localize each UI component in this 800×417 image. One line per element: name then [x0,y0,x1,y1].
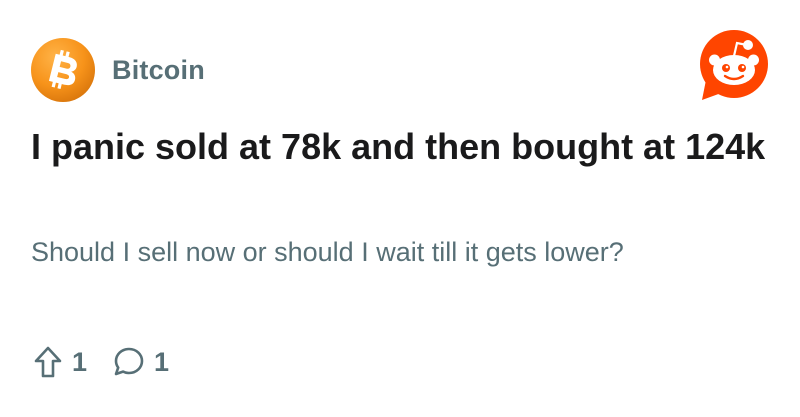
post-title[interactable]: I panic sold at 78k and then bought at 1… [31,124,771,170]
upvote-arrow-icon [34,346,62,378]
bitcoin-icon [31,38,95,102]
post-body: Should I sell now or should I wait till … [31,237,624,267]
comments-button[interactable]: 1 [113,345,169,379]
upvote-count: 1 [72,346,88,377]
upvote-button[interactable]: 1 [33,345,87,379]
community-name[interactable]: Bitcoin [112,55,205,86]
comment-count: 1 [154,346,170,377]
community-header[interactable]: Bitcoin [31,38,205,102]
post-actions: 1 1 [33,342,169,382]
reddit-icon [700,30,768,100]
comment-bubble-icon [114,347,144,376]
